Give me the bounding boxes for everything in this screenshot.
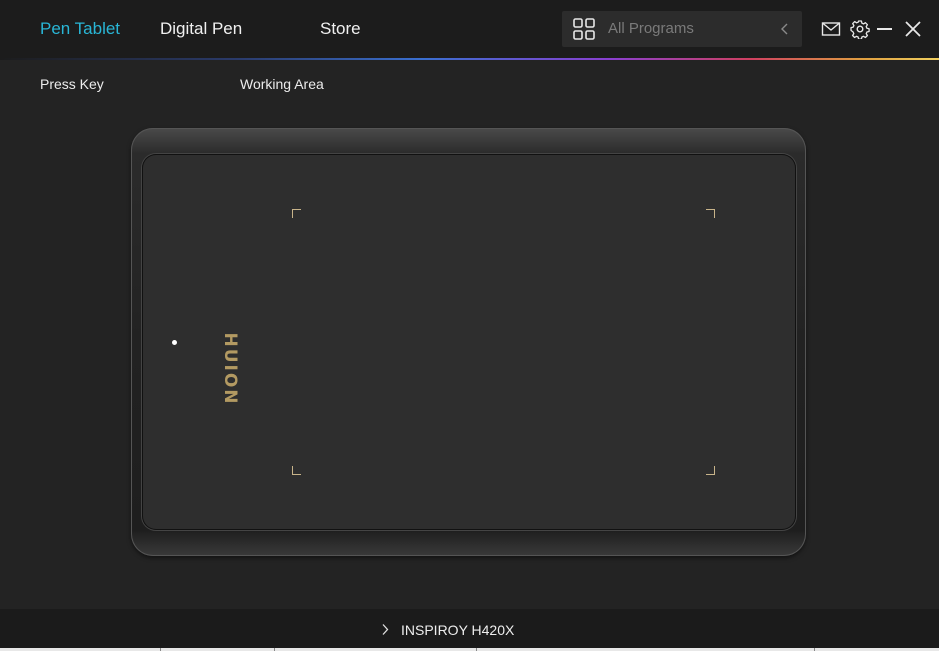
- tablet-preview: HUION: [131, 128, 806, 556]
- grid-icon[interactable]: [572, 17, 596, 41]
- mail-icon[interactable]: [821, 19, 841, 39]
- working-area-corner-br: [706, 466, 715, 475]
- chevron-left-icon[interactable]: [780, 22, 790, 36]
- tab-store[interactable]: Store: [320, 18, 361, 40]
- subtab-press-key[interactable]: Press Key: [40, 75, 104, 93]
- working-area-corner-bl: [292, 466, 301, 475]
- header-divider: [0, 58, 939, 60]
- tab-digital-pen[interactable]: Digital Pen: [160, 18, 242, 40]
- title-bar: Pen Tablet Digital Pen Store All Program…: [0, 0, 939, 58]
- device-name[interactable]: INSPIROY H420X: [401, 621, 514, 639]
- tab-pen-tablet[interactable]: Pen Tablet: [40, 18, 120, 40]
- close-icon[interactable]: [903, 19, 923, 39]
- gear-icon[interactable]: [850, 19, 870, 39]
- minimize-icon[interactable]: [875, 19, 895, 39]
- working-area-corner-tl: [292, 209, 301, 218]
- program-selector-label[interactable]: All Programs: [608, 20, 694, 38]
- chevron-right-icon[interactable]: [381, 623, 389, 636]
- subtab-working-area[interactable]: Working Area: [240, 75, 324, 93]
- status-indicator-light: [172, 340, 177, 345]
- brand-logo: HUION: [220, 332, 240, 406]
- tablet-surface[interactable]: HUION: [142, 154, 796, 530]
- program-selector[interactable]: All Programs: [562, 11, 802, 47]
- working-area-corner-tr: [706, 209, 715, 218]
- device-bar: INSPIROY H420X: [0, 609, 939, 651]
